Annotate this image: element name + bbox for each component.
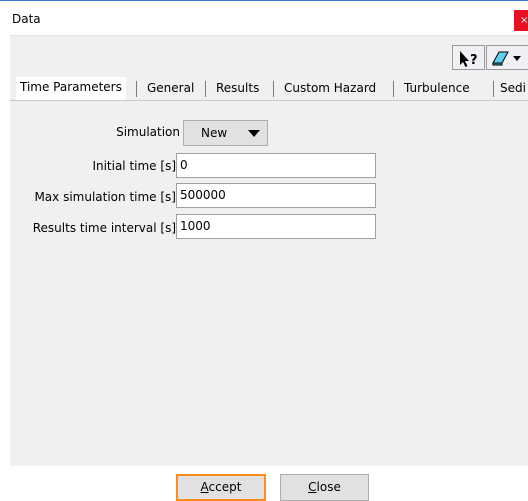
tab-results[interactable]: Results [210, 80, 265, 100]
tab-label: General [147, 81, 195, 95]
close-label: Close [308, 480, 341, 494]
tab-label: Turbulence [404, 81, 470, 95]
tab-general[interactable]: General [141, 80, 200, 100]
initial-time-field[interactable]: 0 [176, 153, 376, 178]
dialog-footer: Accept Close [0, 466, 528, 501]
body-divider [10, 35, 528, 36]
tab-custom-hazard[interactable]: Custom Hazard [278, 80, 382, 100]
simulation-select[interactable]: New [183, 120, 268, 146]
eraser-icon [492, 51, 521, 66]
accept-button[interactable]: Accept [176, 474, 266, 501]
max-simulation-time-field[interactable]: 500000 [176, 183, 376, 208]
dialog-body: ? Time Parameters General Results Custom… [10, 35, 528, 466]
window-title: Data [12, 12, 41, 26]
simulation-label: Simulation [116, 125, 180, 139]
tab-separator [205, 81, 206, 97]
tab-separator [273, 81, 274, 97]
chevron-down-icon [248, 130, 260, 137]
window-close-button[interactable]: × [514, 10, 528, 31]
pointer-question-icon: ? [460, 51, 478, 68]
tab-turbulence[interactable]: Turbulence [398, 80, 476, 100]
svg-text:?: ? [470, 53, 478, 68]
close-button[interactable]: Close [280, 474, 369, 501]
tab-label: Time Parameters [20, 80, 122, 94]
tab-strip: Time Parameters General Results Custom H… [10, 75, 528, 101]
tab-label: Custom Hazard [284, 81, 377, 95]
max-simulation-time-label: Max simulation time [s] [34, 190, 176, 204]
tab-time-parameters[interactable]: Time Parameters [16, 77, 126, 100]
tab-separator [393, 81, 394, 97]
title-bar: Data × [0, 1, 528, 35]
simulation-value: New [201, 126, 228, 140]
accept-label: Accept [200, 480, 242, 494]
chevron-down-icon [513, 56, 521, 61]
results-time-interval-label: Results time interval [s] [32, 221, 176, 235]
results-time-interval-field[interactable]: 1000 [176, 214, 376, 239]
close-icon: × [520, 15, 528, 26]
initial-time-label: Initial time [s] [92, 159, 176, 173]
tab-label: Sedi [500, 81, 526, 95]
tab-label: Results [216, 81, 260, 95]
tab-sedi[interactable]: Sedi [494, 80, 528, 100]
erase-dropdown-button[interactable] [486, 45, 528, 70]
context-help-button[interactable]: ? [452, 45, 485, 70]
tab-separator [136, 81, 137, 97]
